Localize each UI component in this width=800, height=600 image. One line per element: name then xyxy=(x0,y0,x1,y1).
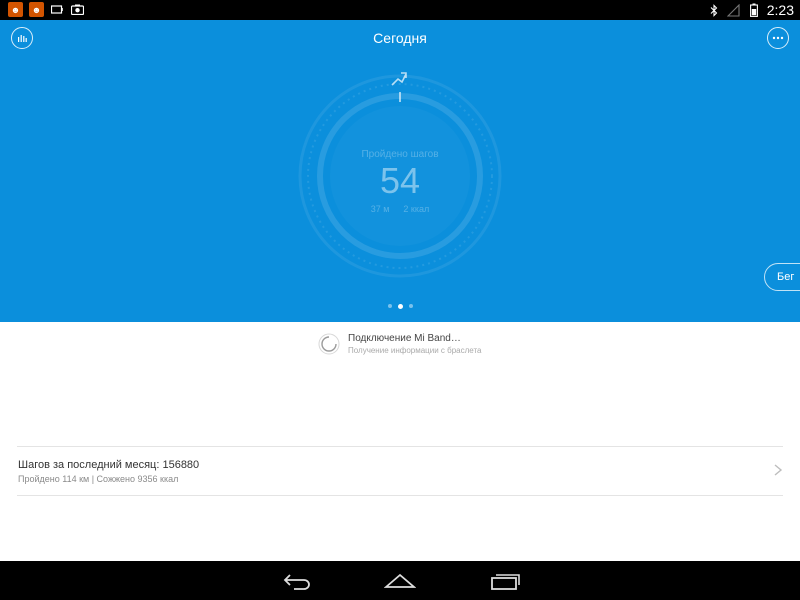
run-icon xyxy=(391,72,407,86)
dial-label: Пройдено шагов xyxy=(361,149,439,160)
back-icon[interactable] xyxy=(282,569,314,591)
distance-value: 37 м xyxy=(370,204,390,214)
page-dot-active[interactable] xyxy=(397,303,403,309)
clock: 2:23 xyxy=(766,2,794,18)
page-dot[interactable] xyxy=(408,304,413,308)
home-icon[interactable] xyxy=(384,569,416,591)
signal-icon xyxy=(727,3,741,17)
connection-status: Подключение Mi Band… Получение информаци… xyxy=(318,333,482,355)
more-button[interactable] xyxy=(767,27,789,49)
today-hero-panel[interactable]: Сегодня Пройдено шагов 54 37 м 2 ккал Бе… xyxy=(0,20,800,322)
monthly-steps-title: Шагов за последний месяц: 156880 xyxy=(18,459,200,471)
navigation-bar xyxy=(0,561,800,600)
app-notification-icon: ☻ xyxy=(8,2,23,17)
camera-icon xyxy=(70,3,84,17)
more-icon xyxy=(772,36,784,40)
battery-icon xyxy=(747,3,761,17)
bluetooth-icon xyxy=(707,3,721,17)
divider xyxy=(17,495,783,496)
dial-subinfo: 37 м 2 ккал xyxy=(296,204,504,214)
status-bar: ☻ ☻ 2:23 xyxy=(0,0,800,20)
step-count: 54 xyxy=(379,160,421,201)
page-dot[interactable] xyxy=(387,304,392,308)
calories-value: 2 ккал xyxy=(403,204,430,214)
loading-spinner-icon xyxy=(318,333,340,355)
recent-apps-icon[interactable] xyxy=(490,569,522,591)
app-notification-icon: ☻ xyxy=(29,2,44,17)
connection-title: Подключение Mi Band… xyxy=(348,333,461,344)
chevron-right-icon xyxy=(774,464,783,476)
battery-outline-icon xyxy=(50,3,64,17)
monthly-stats-subtitle: Пройдено 114 км | Сожжено 9356 ккал xyxy=(18,474,179,484)
monthly-summary-row[interactable]: Шагов за последний месяц: 156880 Пройден… xyxy=(0,447,800,495)
notification-icons: ☻ ☻ xyxy=(8,2,84,17)
page-title: Сегодня xyxy=(373,30,427,46)
page-indicator[interactable] xyxy=(0,303,800,309)
connection-subtitle: Получение информации с браслета xyxy=(348,346,482,355)
steps-dial[interactable]: Пройдено шагов 54 37 м 2 ккал xyxy=(296,72,504,280)
run-mode-button[interactable]: Бег xyxy=(764,263,800,291)
